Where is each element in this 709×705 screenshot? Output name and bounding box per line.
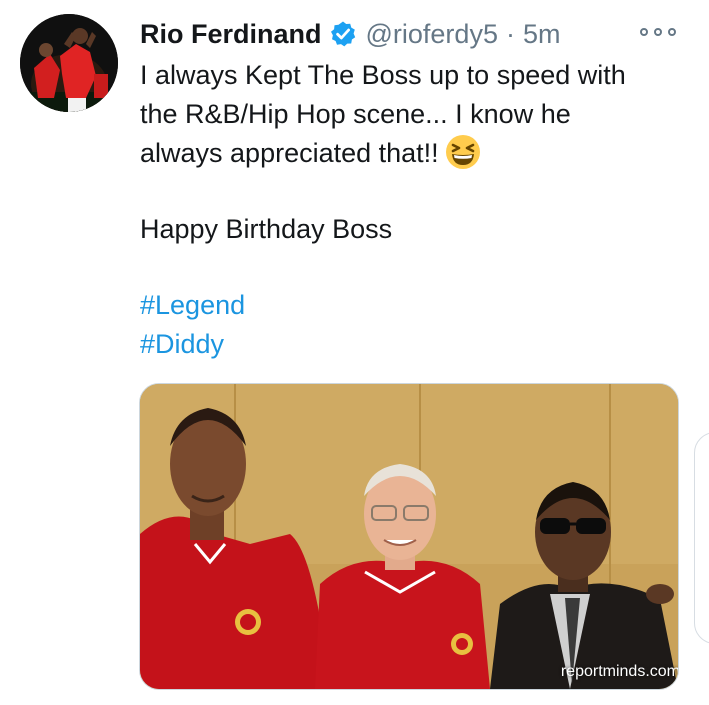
- hashtag-diddy[interactable]: #Diddy: [140, 325, 700, 364]
- photo-illustration: [140, 384, 678, 689]
- grinning-squinting-face-emoji: [445, 134, 481, 170]
- avatar[interactable]: [20, 14, 118, 112]
- side-card-edge: [694, 432, 709, 644]
- author-handle[interactable]: @rioferdy5: [366, 19, 498, 50]
- tweet-text-line-with-emoji: always appreciated that!!: [140, 134, 700, 173]
- more-options-icon[interactable]: [640, 22, 676, 42]
- tweet-header: Rio Ferdinand @rioferdy5 · 5m: [140, 14, 560, 54]
- tweet-view: Rio Ferdinand @rioferdy5 · 5m I always K…: [0, 0, 709, 705]
- tweet-timestamp[interactable]: 5m: [523, 19, 561, 50]
- photo-watermark: reportminds.com: [560, 663, 679, 680]
- hashtag-legend[interactable]: #Legend: [140, 286, 700, 325]
- verified-badge-icon: [329, 20, 357, 48]
- tweet-text: I always Kept The Boss up to speed with …: [140, 56, 700, 364]
- more-dot: [640, 28, 648, 36]
- more-dot: [668, 28, 676, 36]
- avatar-photo: [20, 14, 118, 112]
- author-name[interactable]: Rio Ferdinand: [140, 19, 322, 50]
- separator-dot: ·: [505, 18, 515, 49]
- more-dot: [654, 28, 662, 36]
- tweet-text-line: the R&B/Hip Hop scene... I know he: [140, 99, 571, 129]
- tweet-photo[interactable]: reportminds.com: [139, 383, 679, 690]
- tweet-text-line: always appreciated that!!: [140, 138, 439, 168]
- birthday-line: Happy Birthday Boss: [140, 214, 393, 244]
- tweet-text-line: I always Kept The Boss up to speed with: [140, 60, 626, 90]
